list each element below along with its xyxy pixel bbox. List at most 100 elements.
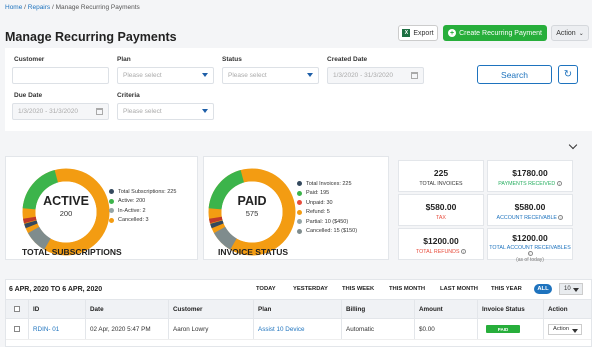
subscriptions-title: TOTAL SUBSCRIPTIONS xyxy=(22,247,122,257)
breadcrumb-home[interactable]: Home xyxy=(5,4,22,11)
legend-text: Partial: 10 ($450) xyxy=(306,218,349,225)
header-invoice-status[interactable]: Invoice Status xyxy=(477,300,543,318)
header-id[interactable]: ID xyxy=(28,300,85,318)
legend-dot xyxy=(109,189,114,195)
stat-value: $1200.00 xyxy=(423,236,459,246)
criteria-placeholder: Please select xyxy=(123,108,162,115)
info-icon[interactable]: i xyxy=(460,249,466,255)
create-recurring-payment-button[interactable]: + Create Recurring Payment xyxy=(443,25,547,41)
tab-all[interactable]: ALL xyxy=(534,284,552,294)
due-date-input[interactable]: 1/3/2020 - 31/3/2020 xyxy=(12,103,109,120)
tab-last-month[interactable]: LAST MONTH xyxy=(440,286,478,292)
caret-down-icon xyxy=(202,73,208,77)
created-date-value: 1/3/2020 - 31/3/2020 xyxy=(333,72,393,79)
tab-this-month[interactable]: THIS MONTH xyxy=(389,286,425,292)
plan-select[interactable]: Please select xyxy=(117,67,214,84)
row-amount: $0.00 xyxy=(414,319,477,339)
legend-dot xyxy=(297,228,302,234)
legend-text: Refund: 5 xyxy=(306,209,330,216)
tab-today[interactable]: TODAY xyxy=(256,286,276,292)
legend-dot xyxy=(109,217,114,223)
export-label: Export xyxy=(413,29,434,37)
customer-input[interactable] xyxy=(12,67,109,84)
plan-placeholder: Please select xyxy=(123,72,162,79)
stat-label: PAYMENTS RECEIVED xyxy=(498,181,556,187)
row-checkbox[interactable] xyxy=(14,326,20,332)
legend-dot xyxy=(297,200,302,206)
tab-yesterday[interactable]: YESTERDAY xyxy=(293,286,328,292)
stat-label: TOTAL INVOICES xyxy=(419,181,463,187)
action-dropdown[interactable]: Action ⌄ xyxy=(551,25,589,41)
create-label: Create Recurring Payment xyxy=(459,29,542,37)
table-header: ID Date Customer Plan Billing Amount Inv… xyxy=(6,299,591,319)
legend-dot xyxy=(297,209,302,215)
active-label: ACTIVE xyxy=(43,194,89,208)
header-plan[interactable]: Plan xyxy=(253,300,341,318)
criteria-label: Criteria xyxy=(117,92,140,99)
legend-item: In-Active: 2 xyxy=(109,206,176,216)
stat-total-invoices: 225 TOTAL INVOICES xyxy=(398,160,484,192)
header-select-all xyxy=(6,300,28,318)
due-date-value: 1/3/2020 - 31/3/2020 xyxy=(18,108,78,115)
breadcrumb: Home / Repairs / Manage Recurring Paymen… xyxy=(5,4,140,11)
stat-value: $1780.00 xyxy=(512,168,548,178)
recurring-payments-table: 6 APR, 2020 TO 6 APR, 2020 TODAY YESTERD… xyxy=(5,279,592,347)
breadcrumb-repairs[interactable]: Repairs xyxy=(28,4,50,11)
tab-this-week[interactable]: THIS WEEK xyxy=(342,286,374,292)
status-select[interactable]: Please select xyxy=(222,67,319,84)
row-plan-link[interactable]: Assist 10 Device xyxy=(253,319,341,339)
header-amount[interactable]: Amount xyxy=(414,300,477,318)
info-icon[interactable]: i xyxy=(556,181,562,187)
legend-item: Unpaid: 30 xyxy=(297,198,357,208)
legend-item: Total Subscriptions: 225 xyxy=(109,187,176,197)
legend-text: Cancelled: 15 ($150) xyxy=(306,228,358,235)
info-icon[interactable]: i xyxy=(558,215,564,221)
export-button[interactable]: X Export xyxy=(398,25,438,41)
calendar-icon xyxy=(411,72,418,79)
filter-panel: Customer Plan Please select Status Pleas… xyxy=(5,48,592,131)
calendar-icon xyxy=(96,108,103,115)
header-customer[interactable]: Customer xyxy=(168,300,253,318)
legend-text: Unpaid: 30 xyxy=(306,199,333,206)
legend-item: Total Invoices: 225 xyxy=(297,179,357,189)
paid-count: 575 xyxy=(245,209,259,218)
header-billing[interactable]: Billing xyxy=(341,300,414,318)
legend-dot xyxy=(109,198,114,204)
legend-dot xyxy=(109,208,114,214)
caret-down-icon xyxy=(572,328,578,333)
paid-label: PAID xyxy=(237,194,267,208)
legend-text: Cancelled: 3 xyxy=(118,217,149,224)
stat-label: TOTAL ACCOUNT RECEIVABLES xyxy=(489,245,571,251)
tab-this-year[interactable]: THIS YEAR xyxy=(491,286,522,292)
stat-value: $1200.00 xyxy=(512,233,548,243)
stat-label: ACCOUNT RECEIVABLE xyxy=(496,215,557,221)
row-select-cell xyxy=(6,319,28,339)
invoice-legend: Total Invoices: 225 Paid: 195 Unpaid: 30… xyxy=(297,179,357,236)
legend-text: Paid: 195 xyxy=(306,190,330,197)
header-date[interactable]: Date xyxy=(85,300,168,318)
legend-dot xyxy=(297,181,302,187)
refresh-button[interactable]: ↻ xyxy=(558,65,578,84)
stat-label: TAX xyxy=(436,215,446,221)
page-size-select[interactable]: 10 xyxy=(559,283,583,295)
table-row: RDIN- 01 02 Apr, 2020 5:47 PM Aaron Lowr… xyxy=(6,319,591,340)
row-customer: Aaron Lowry xyxy=(168,319,253,339)
page-title: Manage Recurring Payments xyxy=(5,30,177,44)
legend-text: Total Subscriptions: 225 xyxy=(118,188,177,195)
legend-item: Cancelled: 15 ($150) xyxy=(297,227,357,237)
row-action-dropdown[interactable]: Action xyxy=(548,323,582,335)
plan-label: Plan xyxy=(117,56,131,63)
row-id-link[interactable]: RDIN- 01 xyxy=(28,319,85,339)
select-all-checkbox[interactable] xyxy=(14,306,20,312)
subscriptions-card: ACTIVE 200 Total Subscriptions: 225 Acti… xyxy=(5,156,198,260)
row-status-cell: PAID xyxy=(477,319,543,339)
row-action-label: Action xyxy=(553,326,570,332)
legend-item: Active: 200 xyxy=(109,197,176,207)
search-button[interactable]: Search xyxy=(477,65,552,84)
collapse-chevron-icon[interactable] xyxy=(568,140,578,150)
chevron-down-icon: ⌄ xyxy=(578,30,584,37)
created-date-input[interactable]: 1/3/2020 - 31/3/2020 xyxy=(327,67,424,84)
criteria-select[interactable]: Please select xyxy=(117,103,214,120)
invoice-status-title: INVOICE STATUS xyxy=(218,247,289,257)
info-icon[interactable]: i xyxy=(527,251,533,257)
